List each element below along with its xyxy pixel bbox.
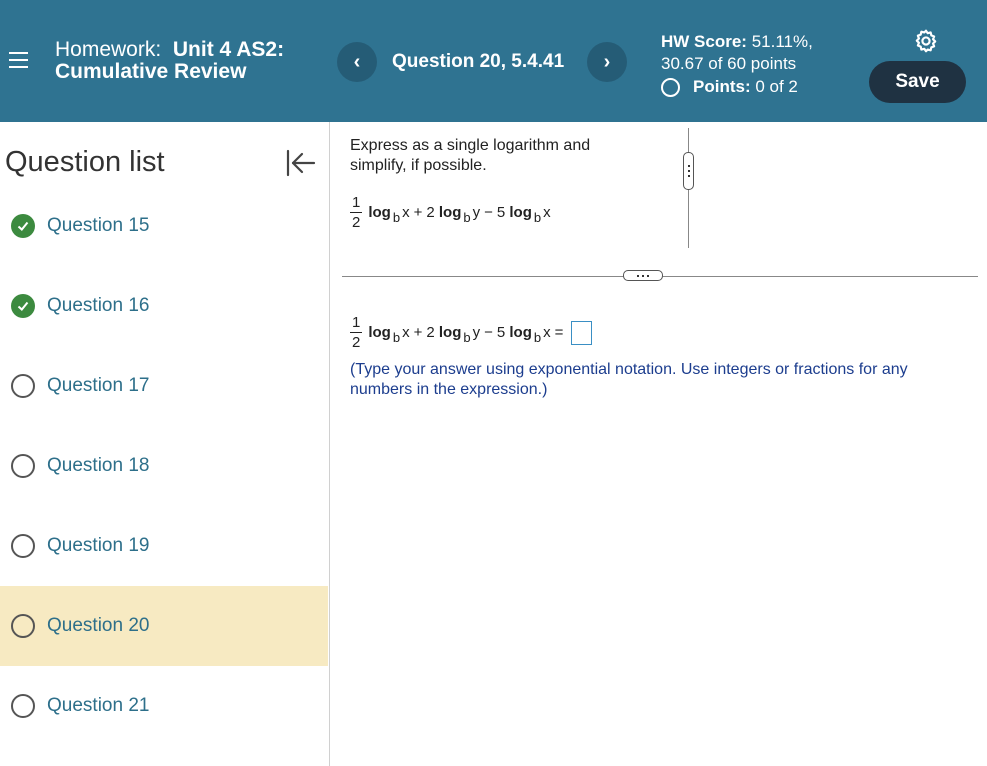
- hamburger-menu-icon[interactable]: [9, 52, 28, 70]
- coef-2: 2: [426, 204, 435, 221]
- log-term: log: [438, 324, 462, 341]
- hw-score-line: HW Score: 51.11%,: [661, 31, 813, 53]
- points-value: 0 of 2: [755, 77, 798, 96]
- log-base: b: [533, 330, 542, 345]
- log-base: b: [463, 210, 471, 225]
- question-list-item-label: Question 17: [47, 375, 150, 396]
- question-list-item-19[interactable]: Question 19: [0, 506, 328, 586]
- question-panel: Express as a single logarithm and simpli…: [331, 122, 987, 766]
- log-base: b: [533, 210, 542, 225]
- question-list-item-17[interactable]: Question 17: [0, 346, 328, 426]
- question-list-item-label: Question 21: [47, 695, 150, 716]
- hw-score-points: 30.67 of 60 points: [661, 54, 797, 73]
- homework-title: Homework: Unit 4 AS2: Cumulative Review: [55, 39, 284, 83]
- empty-circle-icon: [11, 374, 35, 398]
- next-question-button[interactable]: ›: [587, 42, 627, 82]
- question-list-item-label: Question 18: [47, 455, 150, 476]
- save-button[interactable]: Save: [869, 61, 966, 103]
- log-base: b: [392, 210, 401, 225]
- hw-score-label: HW Score:: [661, 32, 747, 51]
- plus-sign: +: [413, 204, 423, 221]
- vertical-resize-handle[interactable]: [683, 152, 694, 190]
- question-list-sidebar: Question list Question 15 Question 16 Qu…: [0, 122, 330, 766]
- var-x: x: [543, 204, 551, 221]
- hw-score-value: 51.11%,: [751, 32, 813, 51]
- empty-circle-icon: [11, 694, 35, 718]
- answer-instructions: (Type your answer using exponential nota…: [350, 361, 908, 398]
- question-prompt: Express as a single logarithm and simpli…: [350, 137, 591, 174]
- answer-expression: 1 2 log b x + 2 log b y − 5 log b x =: [350, 314, 593, 351]
- collapse-sidebar-icon[interactable]: [285, 149, 317, 177]
- fraction: 1 2: [350, 194, 363, 231]
- question-list-title: Question list: [5, 146, 165, 178]
- fraction-denominator: 2: [352, 214, 361, 231]
- fraction-denominator: 2: [352, 334, 361, 351]
- equals-sign: =: [554, 324, 564, 341]
- answer-input-box[interactable]: [571, 320, 593, 345]
- log-term: log: [438, 204, 462, 221]
- expression-statement: 1 2 log b x + 2 log b y − 5 log b x: [350, 194, 551, 231]
- question-list-item-label: Question 19: [47, 535, 150, 556]
- score-panel: HW Score: 51.11%, 30.67 of 60 points Poi…: [661, 31, 813, 98]
- plus-sign: +: [413, 324, 423, 341]
- minus-sign: −: [484, 204, 493, 221]
- fraction-numerator: 1: [352, 314, 361, 331]
- homework-label: Homework:: [55, 38, 162, 61]
- question-list-item-label: Question 20: [47, 615, 150, 636]
- log-term: log: [368, 204, 391, 221]
- points-status-circle-icon: [661, 77, 680, 97]
- coef-5: 5: [496, 204, 506, 221]
- chevron-right-icon: ›: [603, 50, 611, 73]
- homework-name-line2: Cumulative Review: [55, 60, 247, 83]
- fraction-numerator: 1: [352, 194, 361, 211]
- chevron-left-icon: ‹: [353, 50, 361, 73]
- question-list-item-label: Question 16: [47, 295, 150, 316]
- previous-question-button[interactable]: ‹: [337, 42, 377, 82]
- coef-5: 5: [496, 324, 506, 341]
- question-number-label: Question 20, 5.4.41: [392, 51, 565, 72]
- var-x: x: [402, 204, 410, 221]
- var-x: x: [402, 324, 410, 341]
- var-x: x: [543, 324, 551, 341]
- log-base: b: [392, 330, 401, 345]
- gear-icon[interactable]: [913, 28, 939, 54]
- var-y: y: [472, 204, 481, 221]
- top-bar: Homework: Unit 4 AS2: Cumulative Review …: [0, 0, 987, 122]
- question-list-item-18[interactable]: Question 18: [0, 426, 328, 506]
- check-circle-icon: [11, 214, 35, 238]
- log-term: log: [509, 324, 532, 341]
- empty-circle-icon: [11, 614, 35, 638]
- minus-sign: −: [484, 324, 493, 341]
- log-base: b: [463, 330, 471, 345]
- points-label: Points:: [693, 77, 751, 96]
- question-list-item-16[interactable]: Question 16: [0, 266, 328, 346]
- empty-circle-icon: [11, 454, 35, 478]
- question-list-item-20[interactable]: Question 20: [0, 586, 328, 666]
- empty-circle-icon: [11, 534, 35, 558]
- check-circle-icon: [11, 294, 35, 318]
- log-term: log: [368, 324, 391, 341]
- question-list-item-15[interactable]: Question 15: [0, 186, 328, 266]
- question-list-item-label: Question 15: [47, 215, 150, 236]
- horizontal-resize-handle[interactable]: [623, 270, 663, 281]
- question-list-item-21[interactable]: Question 21: [0, 666, 328, 746]
- fraction: 1 2: [350, 314, 363, 351]
- homework-name-line1: Unit 4 AS2:: [172, 38, 285, 61]
- points-line: Points: 0 of 2: [661, 76, 813, 98]
- log-term: log: [509, 204, 532, 221]
- coef-2: 2: [426, 324, 435, 341]
- var-y: y: [472, 324, 481, 341]
